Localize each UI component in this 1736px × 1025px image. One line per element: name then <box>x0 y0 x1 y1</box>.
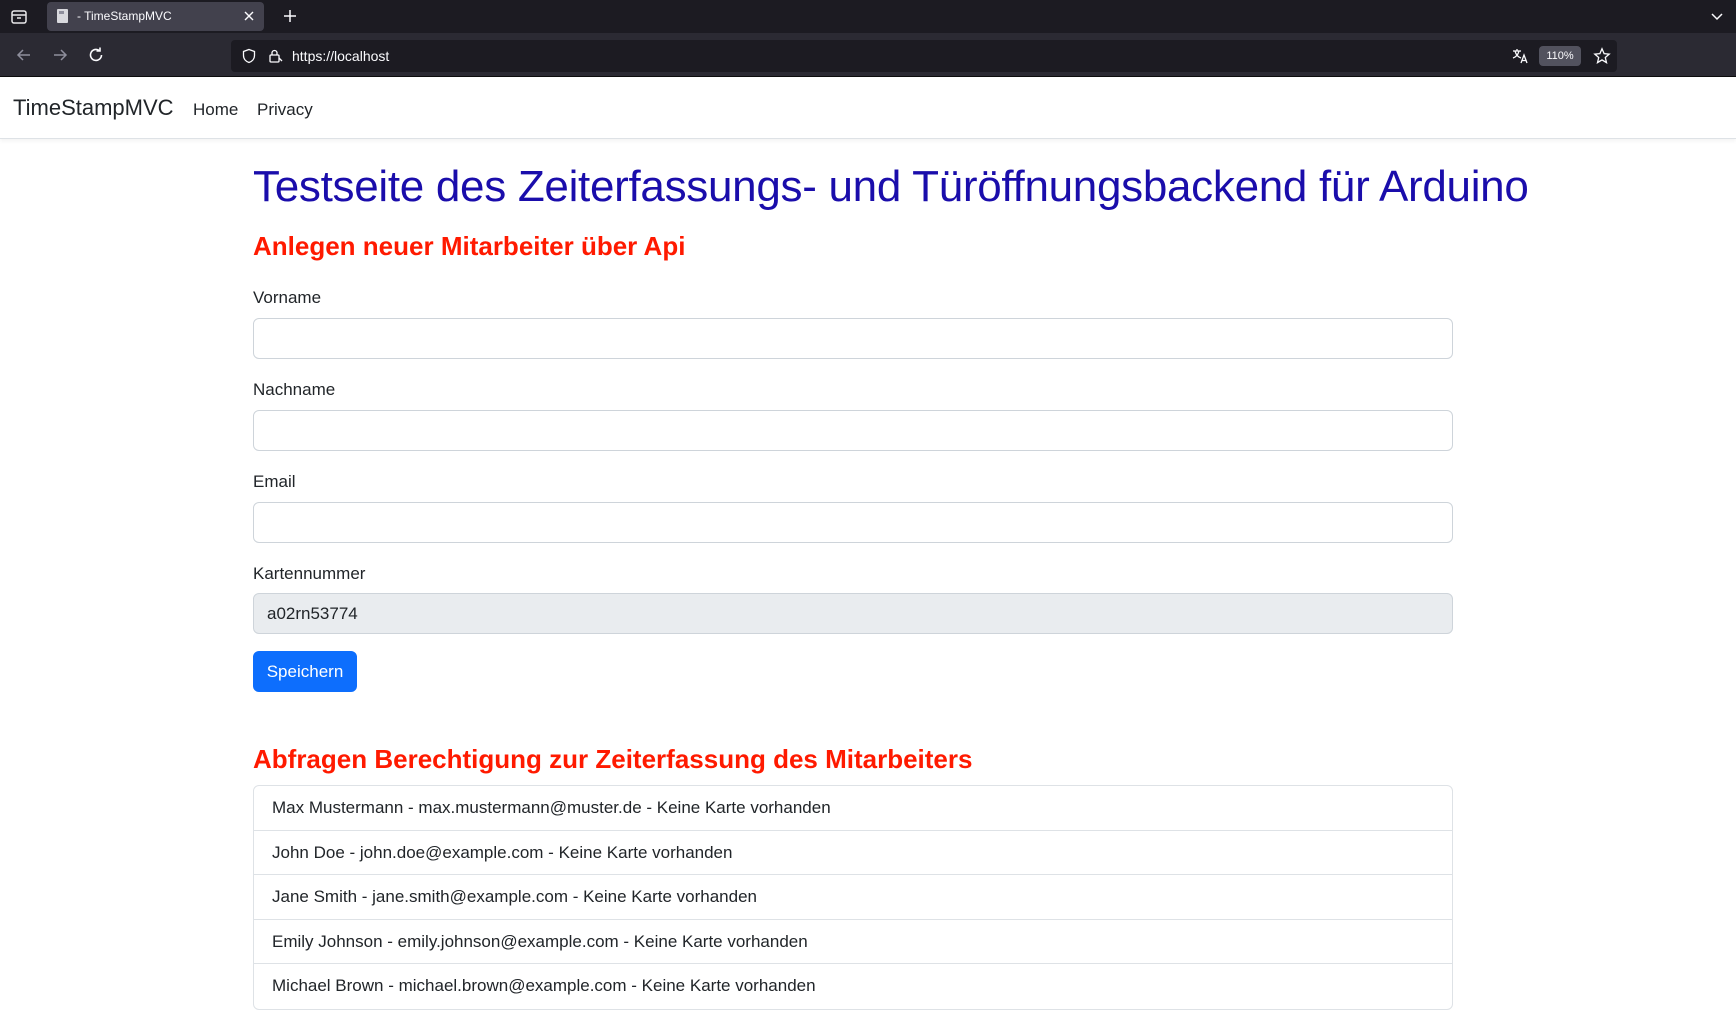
back-icon[interactable] <box>14 45 34 65</box>
browser-tab-bar: - TimeStampMVC <box>0 0 1736 33</box>
url-bar[interactable]: https://localhost 110% <box>231 40 1617 72</box>
email-label: Email <box>253 472 296 491</box>
save-button[interactable]: Speichern <box>253 651 357 692</box>
new-tab-icon[interactable] <box>280 6 300 26</box>
close-icon[interactable] <box>241 8 257 24</box>
list-item[interactable]: Emily Johnson - emily.johnson@example.co… <box>254 920 1452 965</box>
list-item[interactable]: Michael Brown - michael.brown@example.co… <box>254 964 1452 1009</box>
page-icon <box>55 8 71 24</box>
nachname-label: Nachname <box>253 380 336 399</box>
tab-overview-icon[interactable] <box>9 7 29 27</box>
query-section-heading: Abfragen Berechtigung zur Zeiterfassung … <box>253 744 973 774</box>
reload-icon[interactable] <box>86 45 106 65</box>
browser-toolbar: https://localhost 110% <box>0 33 1736 77</box>
url-text[interactable]: https://localhost <box>292 48 389 64</box>
kartennummer-input[interactable] <box>253 593 1453 634</box>
translate-icon[interactable] <box>1511 47 1529 65</box>
shield-icon[interactable] <box>241 48 257 64</box>
create-section-heading: Anlegen neuer Mitarbeiter über Api <box>253 231 686 261</box>
nachname-input[interactable] <box>253 410 1453 451</box>
vorname-input[interactable] <box>253 318 1453 359</box>
list-item[interactable]: Jane Smith - jane.smith@example.com - Ke… <box>254 875 1452 920</box>
star-icon[interactable] <box>1593 47 1611 65</box>
zoom-level-badge[interactable]: 110% <box>1539 46 1581 66</box>
chevron-down-icon[interactable] <box>1708 7 1726 25</box>
lock-icon[interactable] <box>267 48 283 64</box>
tab-title: - TimeStampMVC <box>77 9 172 23</box>
site-navbar: TimeStampMVC Home Privacy <box>0 78 1736 139</box>
employee-list: Max Mustermann - max.mustermann@muster.d… <box>253 785 1453 1010</box>
vorname-label: Vorname <box>253 288 322 307</box>
page-title: Testseite des Zeiterfassungs- und Türöff… <box>253 162 1529 211</box>
brand-link[interactable]: TimeStampMVC <box>13 95 174 121</box>
browser-tab[interactable]: - TimeStampMVC <box>47 2 264 31</box>
list-item[interactable]: Max Mustermann - max.mustermann@muster.d… <box>254 786 1452 831</box>
list-item[interactable]: John Doe - john.doe@example.com - Keine … <box>254 831 1452 876</box>
kartennummer-label: Kartennummer <box>253 564 366 583</box>
email-input[interactable] <box>253 502 1453 543</box>
nav-link-privacy[interactable]: Privacy <box>257 100 313 120</box>
forward-icon[interactable] <box>50 45 70 65</box>
nav-link-home[interactable]: Home <box>193 100 238 120</box>
